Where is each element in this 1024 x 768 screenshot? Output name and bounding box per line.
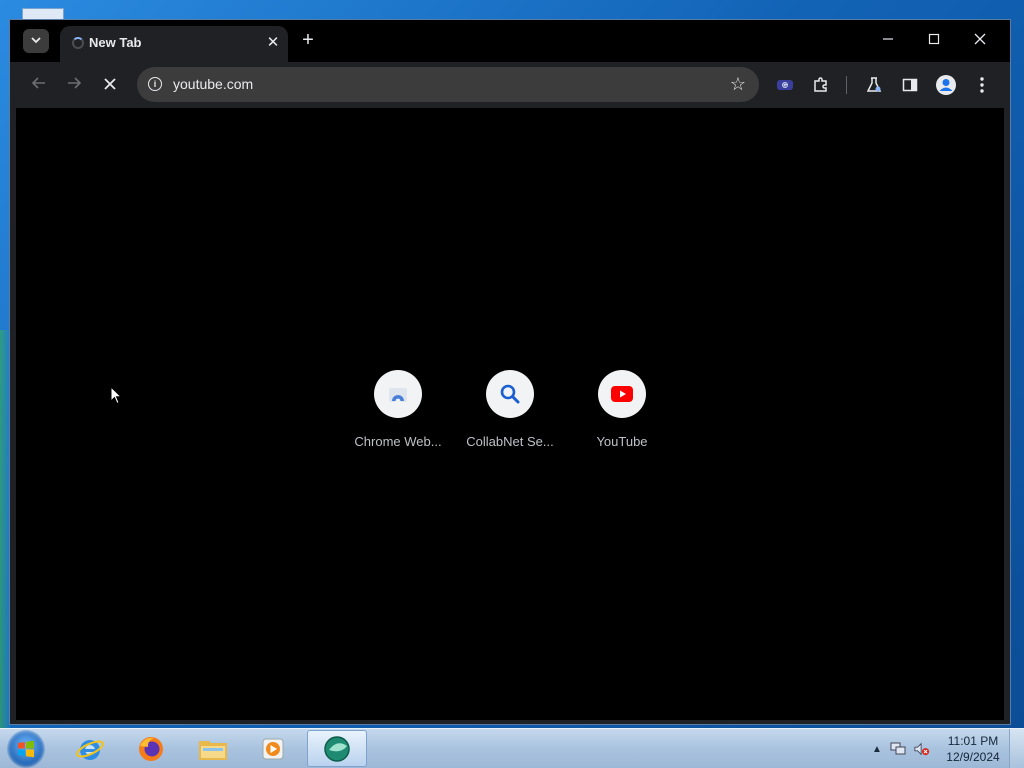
close-window-button[interactable] bbox=[966, 28, 994, 54]
taskbar-active-app[interactable] bbox=[307, 730, 367, 767]
taskbar-firefox[interactable] bbox=[123, 730, 179, 767]
taskbar: ▲ 11:01 PM 12/9/2024 bbox=[0, 728, 1024, 768]
shortcut-collabnet[interactable]: CollabNet Se... bbox=[454, 370, 566, 449]
extensions-puzzle-icon[interactable] bbox=[809, 73, 833, 97]
taskbar-file-explorer[interactable] bbox=[185, 730, 241, 767]
shortcut-chrome-web-store[interactable]: Chrome Web... bbox=[342, 370, 454, 449]
close-icon bbox=[104, 78, 116, 90]
bookmark-star-icon[interactable]: ☆ bbox=[730, 73, 746, 95]
page-content: Chrome Web... CollabNet Se... YouTube bbox=[16, 108, 1004, 720]
close-window-icon bbox=[974, 33, 986, 45]
info-icon[interactable]: i bbox=[148, 77, 162, 91]
youtube-icon bbox=[611, 386, 633, 402]
firefox-icon bbox=[139, 736, 163, 761]
volume-muted-icon[interactable] bbox=[914, 741, 930, 757]
toolbar-separator bbox=[846, 76, 847, 94]
minimize-button[interactable] bbox=[874, 28, 902, 54]
taskbar-internet-explorer[interactable] bbox=[62, 730, 118, 767]
mouse-cursor-icon bbox=[110, 385, 123, 410]
profile-avatar-icon[interactable] bbox=[934, 73, 958, 97]
shortcut-youtube[interactable]: YouTube bbox=[566, 370, 678, 449]
tab-strip: New Tab ✕ + bbox=[10, 20, 1010, 62]
shortcut-label: CollabNet Se... bbox=[466, 434, 554, 449]
shortcut-label: Chrome Web... bbox=[354, 434, 442, 449]
show-hidden-icons-icon[interactable]: ▲ bbox=[869, 741, 885, 757]
taskbar-media-player[interactable] bbox=[245, 730, 301, 767]
network-icon[interactable] bbox=[890, 741, 906, 757]
chevron-down-icon bbox=[30, 34, 42, 49]
forward-button[interactable] bbox=[62, 73, 86, 97]
new-tab-button[interactable]: + bbox=[297, 30, 319, 52]
shortcut-label: YouTube bbox=[596, 434, 648, 449]
clock-time: 11:01 PM bbox=[947, 734, 999, 748]
internet-explorer-icon bbox=[76, 739, 104, 760]
close-icon[interactable]: ✕ bbox=[264, 34, 282, 52]
media-player-icon bbox=[262, 738, 284, 759]
tab-title: New Tab bbox=[89, 35, 142, 50]
maximize-button[interactable] bbox=[920, 28, 948, 54]
address-bar[interactable]: i youtube.com ☆ bbox=[137, 67, 759, 102]
file-explorer-icon bbox=[199, 740, 227, 760]
loading-spinner-icon bbox=[72, 37, 84, 49]
more-menu-icon[interactable] bbox=[970, 73, 994, 97]
toolbar: i youtube.com ☆ G bbox=[10, 62, 1010, 108]
start-button[interactable] bbox=[7, 730, 45, 768]
extension-capture-icon[interactable]: G bbox=[773, 73, 797, 97]
side-panel-icon[interactable] bbox=[898, 73, 922, 97]
windows-logo-icon bbox=[18, 740, 34, 758]
svg-text:G: G bbox=[783, 83, 787, 89]
maximize-icon bbox=[928, 33, 940, 45]
arrow-forward-icon bbox=[68, 77, 82, 89]
browser-window: New Tab ✕ + i youtube.com ☆ G Chrome Web… bbox=[9, 19, 1011, 725]
address-bar-text[interactable]: youtube.com bbox=[173, 76, 253, 92]
arrow-back-icon bbox=[31, 77, 45, 89]
back-button[interactable] bbox=[27, 73, 51, 97]
clock-date: 12/9/2024 bbox=[946, 750, 1000, 764]
minimize-icon bbox=[883, 38, 893, 40]
app-icon bbox=[324, 735, 350, 762]
labs-flask-icon[interactable] bbox=[862, 73, 886, 97]
chrome-web-store-icon bbox=[389, 388, 407, 404]
magnifier-icon bbox=[500, 384, 520, 404]
tab-search-button[interactable] bbox=[23, 29, 49, 53]
show-desktop-button[interactable] bbox=[1009, 729, 1024, 768]
tab-new-tab[interactable]: New Tab ✕ bbox=[60, 26, 288, 62]
stop-loading-button[interactable] bbox=[98, 73, 122, 97]
system-clock[interactable]: 11:01 PM 12/9/2024 bbox=[938, 733, 1008, 765]
